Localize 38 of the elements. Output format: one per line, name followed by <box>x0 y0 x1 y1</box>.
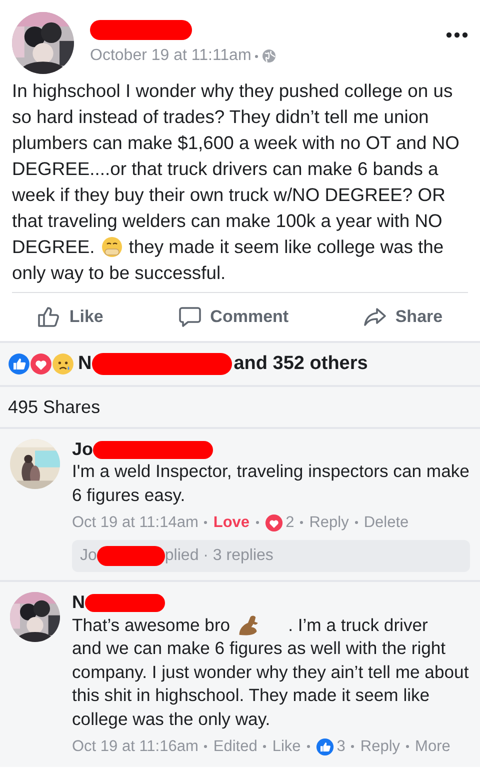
comment-text: . I’m a truck driver <box>288 614 428 636</box>
shares-count[interactable]: 495 Shares <box>8 394 100 420</box>
globe-icon <box>262 49 276 63</box>
post-time[interactable]: October 19 at 11:11am <box>90 44 252 68</box>
post-text: they made it seem like college was the <box>128 235 444 259</box>
replies-link[interactable]: plied · 3 replies <box>164 544 274 568</box>
reactor-name[interactable]: N <box>78 350 92 378</box>
post-text: only way to be successful. <box>12 261 227 285</box>
more-options-icon[interactable] <box>446 32 468 38</box>
share-icon <box>363 305 388 329</box>
comment-button[interactable]: Comment <box>178 304 289 330</box>
comment-action-link[interactable]: Love <box>213 511 250 534</box>
reactions-count[interactable]: and 352 others <box>234 350 368 378</box>
reaction-count[interactable]: 3 <box>336 735 346 758</box>
comment-text: That’s awesome bro <box>72 614 230 636</box>
comment-action-link[interactable]: Reply <box>309 511 349 534</box>
comment-text: I'm a weld Inspector, traveling inspectors can make 6 figures easy. <box>72 460 470 507</box>
comment-action-link[interactable]: More <box>415 735 450 758</box>
comment-time[interactable]: Oct 19 at 11:16am <box>72 735 198 758</box>
thumbs-up-icon <box>37 305 62 329</box>
share-button[interactable]: Share <box>363 304 443 330</box>
comment-action-link[interactable]: Like <box>272 735 301 758</box>
commenter-name[interactable]: N <box>72 592 85 614</box>
like-button[interactable]: Like <box>37 304 104 330</box>
speech-bubble-icon <box>178 305 202 329</box>
replies-link[interactable]: Jo <box>80 544 97 568</box>
comment-text: and we can make 6 figures as well with the right company. I just wonder why they ain’t tell me about this shit in highschool. They made it seem like college was the only way. <box>72 637 470 731</box>
smiley-hand-icon <box>100 236 123 258</box>
thumbs-up-icon <box>8 353 30 375</box>
reaction-count[interactable]: 2 <box>286 511 294 534</box>
comment-action-link[interactable]: Reply <box>360 735 400 758</box>
commenter-name[interactable]: Jo <box>72 439 94 460</box>
thumbs-up-icon <box>316 738 334 756</box>
sad-face-icon <box>52 353 74 375</box>
comment-time[interactable]: Oct 19 at 11:14am <box>72 511 198 534</box>
edited-label: Edited <box>213 737 258 758</box>
comment-action-link[interactable]: Delete <box>364 511 409 534</box>
post-text: DEGREE. <box>12 235 95 259</box>
